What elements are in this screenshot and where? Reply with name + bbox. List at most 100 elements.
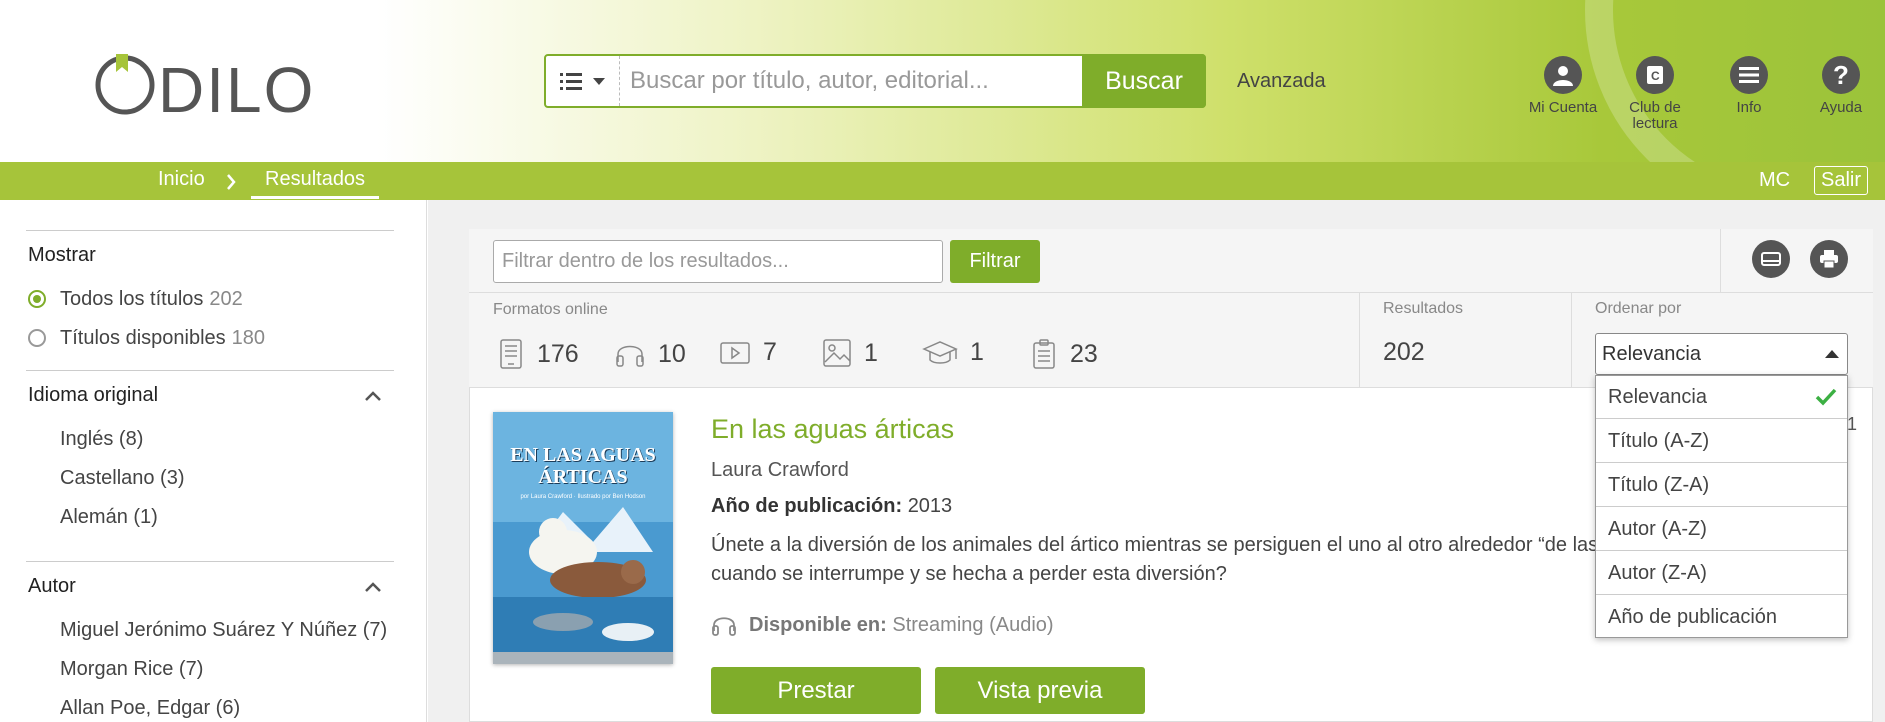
sort-dropdown: Relevancia Título (A-Z) Título (Z-A) Aut… — [1595, 375, 1848, 638]
search-input[interactable] — [630, 56, 1090, 106]
book-cover[interactable]: EN LAS AGUAS ÁRTICAS por Laura Crawford ·… — [493, 412, 673, 664]
reading-club-label-line2: lectura — [1632, 115, 1678, 132]
sort-option-author-asc[interactable]: Autor (A-Z) — [1596, 508, 1847, 551]
format-count: 1 — [970, 338, 984, 366]
results-label: Resultados — [1383, 300, 1464, 317]
my-account-button[interactable]: Mi Cuenta — [1520, 56, 1606, 116]
chevron-up-icon[interactable] — [364, 578, 382, 596]
cover-title-line: ÁRTICAS — [538, 466, 628, 488]
sort-select[interactable]: Relevancia — [1595, 333, 1848, 375]
save-search-button[interactable] — [1752, 240, 1790, 278]
chevron-right-icon — [227, 174, 236, 190]
header: DILO Buscar Avanzada Mi Cuenta C Club de… — [0, 0, 1885, 162]
option-count: 180 — [231, 327, 266, 349]
caret-up-icon — [1825, 350, 1839, 358]
year-label: Año de publicación: — [711, 495, 903, 517]
filter-button[interactable]: Filtrar — [950, 240, 1040, 283]
reading-club-button[interactable]: C Club de lectura — [1618, 56, 1692, 132]
language-section-title[interactable]: Idioma original — [28, 384, 158, 407]
format-count: 7 — [763, 338, 777, 366]
chevron-up-icon[interactable] — [364, 387, 382, 405]
divider — [26, 230, 394, 231]
breadcrumb-current: Resultados — [251, 162, 380, 199]
book-year: Año de publicación: 2013 — [711, 495, 952, 518]
breadcrumb-home[interactable]: Inicio — [158, 168, 205, 191]
chevron-down-icon — [592, 78, 605, 85]
breadcrumb: Inicio Resultados MC Salir — [0, 162, 1885, 200]
format-course[interactable]: 1 — [922, 338, 984, 367]
option-available-titles[interactable]: Títulos disponibles 180 — [60, 327, 265, 350]
user-icon — [1544, 56, 1582, 94]
facet-language-item[interactable]: Alemán (1) — [60, 506, 158, 529]
facet-author-item[interactable]: Morgan Rice (7) — [60, 658, 203, 681]
help-button[interactable]: ? Ayuda — [1806, 56, 1876, 116]
book-author[interactable]: Laura Crawford — [711, 459, 849, 482]
sort-selected-value: Relevancia — [1602, 343, 1701, 365]
video-icon — [720, 341, 750, 364]
list-icon — [559, 73, 582, 90]
radio-all-titles[interactable] — [28, 290, 46, 308]
check-icon — [1815, 388, 1837, 406]
availability-text: Disponible en: Streaming (Audio) — [749, 614, 1054, 637]
audio-icon — [616, 345, 644, 367]
sort-option-label: Título (A-Z) — [1608, 430, 1710, 452]
course-icon — [922, 340, 958, 364]
cover-credits: por Laura Crawford · Ilustrado por Ben H… — [520, 494, 646, 500]
borrow-button[interactable]: Prestar — [711, 667, 921, 714]
preview-button[interactable]: Vista previa — [935, 667, 1145, 714]
format-count: 176 — [537, 339, 579, 368]
year-value: 2013 — [907, 495, 953, 517]
author-section-title[interactable]: Autor — [28, 575, 76, 598]
cover-title-line: EN LAS AGUAS — [510, 444, 656, 466]
facet-author-item[interactable]: Allan Poe, Edgar (6) — [60, 697, 240, 720]
sort-option-year[interactable]: Año de publicación — [1596, 596, 1847, 639]
sort-option-label: Autor (A-Z) — [1608, 518, 1707, 540]
format-image[interactable]: 1 — [822, 338, 878, 368]
facet-language-item[interactable]: Castellano (3) — [60, 467, 185, 490]
availability-label: Disponible en: — [749, 613, 887, 636]
search-button[interactable]: Buscar — [1082, 54, 1206, 108]
print-button[interactable] — [1810, 240, 1848, 278]
radio-available-titles[interactable] — [28, 329, 46, 347]
logout-button[interactable]: Salir — [1814, 166, 1869, 195]
book-title[interactable]: En las aguas árticas — [711, 414, 954, 445]
option-count: 202 — [209, 288, 243, 310]
format-count: 10 — [658, 339, 686, 368]
format-video[interactable]: 7 — [719, 338, 777, 367]
format-ebook[interactable]: 176 — [497, 338, 579, 370]
sort-option-label: Año de publicación — [1608, 606, 1778, 628]
reading-club-label-line1: Club de — [1629, 99, 1681, 116]
user-initials: MC — [1759, 169, 1791, 191]
club-icon: C — [1636, 56, 1674, 94]
sort-option-relevance[interactable]: Relevancia — [1596, 376, 1847, 419]
help-label: Ayuda — [1819, 99, 1863, 116]
cover-title: EN LAS AGUAS ÁRTICAS — [493, 444, 673, 488]
sort-option-title-asc[interactable]: Título (A-Z) — [1596, 420, 1847, 463]
format-audio[interactable]: 10 — [614, 338, 686, 370]
divider — [1720, 229, 1721, 293]
filter-input[interactable] — [493, 240, 943, 283]
sidebar: Mostrar Todos los títulos 202 Títulos dis… — [0, 200, 427, 722]
odilo-logo[interactable]: DILO — [92, 50, 328, 116]
facet-author-item[interactable]: Miguel Jerónimo Suárez Y Núñez (7) — [60, 619, 387, 642]
info-button[interactable]: Info — [1714, 56, 1784, 116]
sort-option-author-desc[interactable]: Autor (Z-A) — [1596, 552, 1847, 595]
document-icon — [1033, 339, 1055, 369]
search-box: Buscar — [544, 54, 1206, 108]
ebook-icon — [500, 339, 522, 369]
sort-label: Ordenar por — [1595, 300, 1682, 317]
availability-value: Streaming (Audio) — [892, 613, 1054, 636]
result-number: 1 — [1847, 414, 1858, 434]
my-account-label: Mi Cuenta — [1528, 99, 1598, 116]
help-icon: ? — [1822, 56, 1860, 94]
option-all-titles[interactable]: Todos los títulos 202 — [60, 288, 243, 311]
headphones-icon — [712, 617, 736, 636]
search-type-selector[interactable] — [546, 56, 620, 106]
sort-option-title-desc[interactable]: Título (Z-A) — [1596, 464, 1847, 507]
format-document[interactable]: 23 — [1030, 338, 1098, 370]
facet-language-item[interactable]: Inglés (8) — [60, 428, 143, 451]
svg-text:DILO: DILO — [158, 54, 315, 116]
divider — [26, 370, 394, 371]
advanced-search-link[interactable]: Avanzada — [1237, 70, 1326, 93]
option-label: Todos los títulos — [60, 288, 204, 310]
